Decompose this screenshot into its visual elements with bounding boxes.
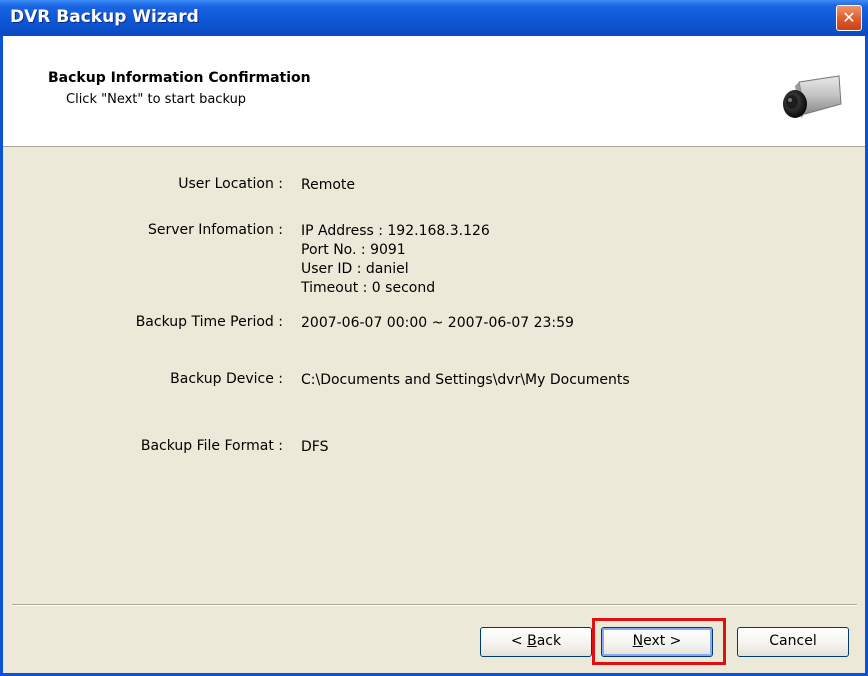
wizard-window: DVR Backup Wizard ✕ Backup Information C…	[0, 0, 868, 676]
server-user-value: User ID : daniel	[301, 261, 409, 277]
back-button-label: ack	[536, 633, 562, 649]
back-button-mnemonic: B	[527, 633, 537, 649]
page-subtitle: Click "Next" to start backup	[66, 92, 247, 107]
file-format-label: Backup File Format :	[140, 438, 283, 454]
server-port-value: Port No. : 9091	[301, 242, 406, 258]
next-button-label: ext >	[643, 633, 682, 649]
title-bar[interactable]: DVR Backup Wizard ✕	[0, 0, 868, 36]
footer-divider	[12, 604, 857, 606]
window-title: DVR Backup Wizard	[10, 7, 199, 27]
server-timeout-value: Timeout : 0 second	[301, 280, 436, 296]
user-location-value: Remote	[301, 177, 356, 193]
next-button-mnemonic: N	[632, 633, 644, 649]
server-info-label: Server Infomation :	[147, 222, 283, 238]
camera-icon	[783, 75, 842, 118]
backup-device-label: Backup Device :	[170, 371, 283, 387]
close-icon: ✕	[842, 8, 856, 27]
close-button[interactable]: ✕	[836, 5, 862, 31]
dialog-client-area: Backup Information Confirmation Click "N…	[3, 36, 865, 673]
next-button[interactable]: Next >	[601, 627, 713, 657]
cancel-button-label: Cancel	[769, 633, 817, 649]
page-title: Backup Information Confirmation	[48, 70, 311, 86]
file-format-value: DFS	[301, 439, 329, 455]
user-location-label: User Location :	[178, 176, 283, 192]
time-period-label: Backup Time Period :	[135, 314, 283, 330]
back-button-prefix: <	[510, 633, 528, 649]
wizard-header: Backup Information Confirmation Click "N…	[3, 36, 865, 147]
time-period-value: 2007-06-07 00:00 ~ 2007-06-07 23:59	[301, 315, 574, 331]
server-ip-value: IP Address : 192.168.3.126	[301, 223, 490, 239]
backup-device-value: C:\Documents and Settings\dvr\My Documen…	[301, 372, 630, 388]
cancel-button[interactable]: Cancel	[737, 627, 849, 657]
back-button[interactable]: < Back	[480, 627, 592, 657]
